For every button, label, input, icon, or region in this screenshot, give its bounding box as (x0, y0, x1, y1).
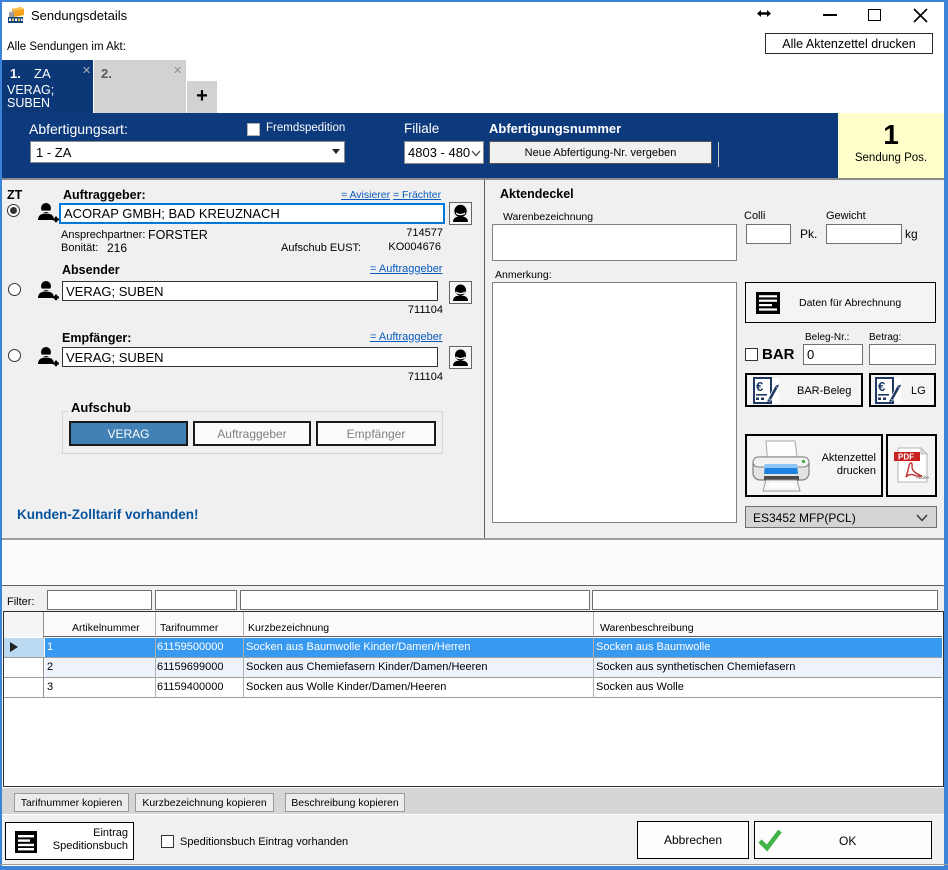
svg-text:Adobe: Adobe (916, 475, 929, 480)
svg-text:€: € (878, 379, 885, 394)
svg-text:€: € (756, 379, 763, 394)
svg-text:PDF: PDF (898, 453, 914, 462)
